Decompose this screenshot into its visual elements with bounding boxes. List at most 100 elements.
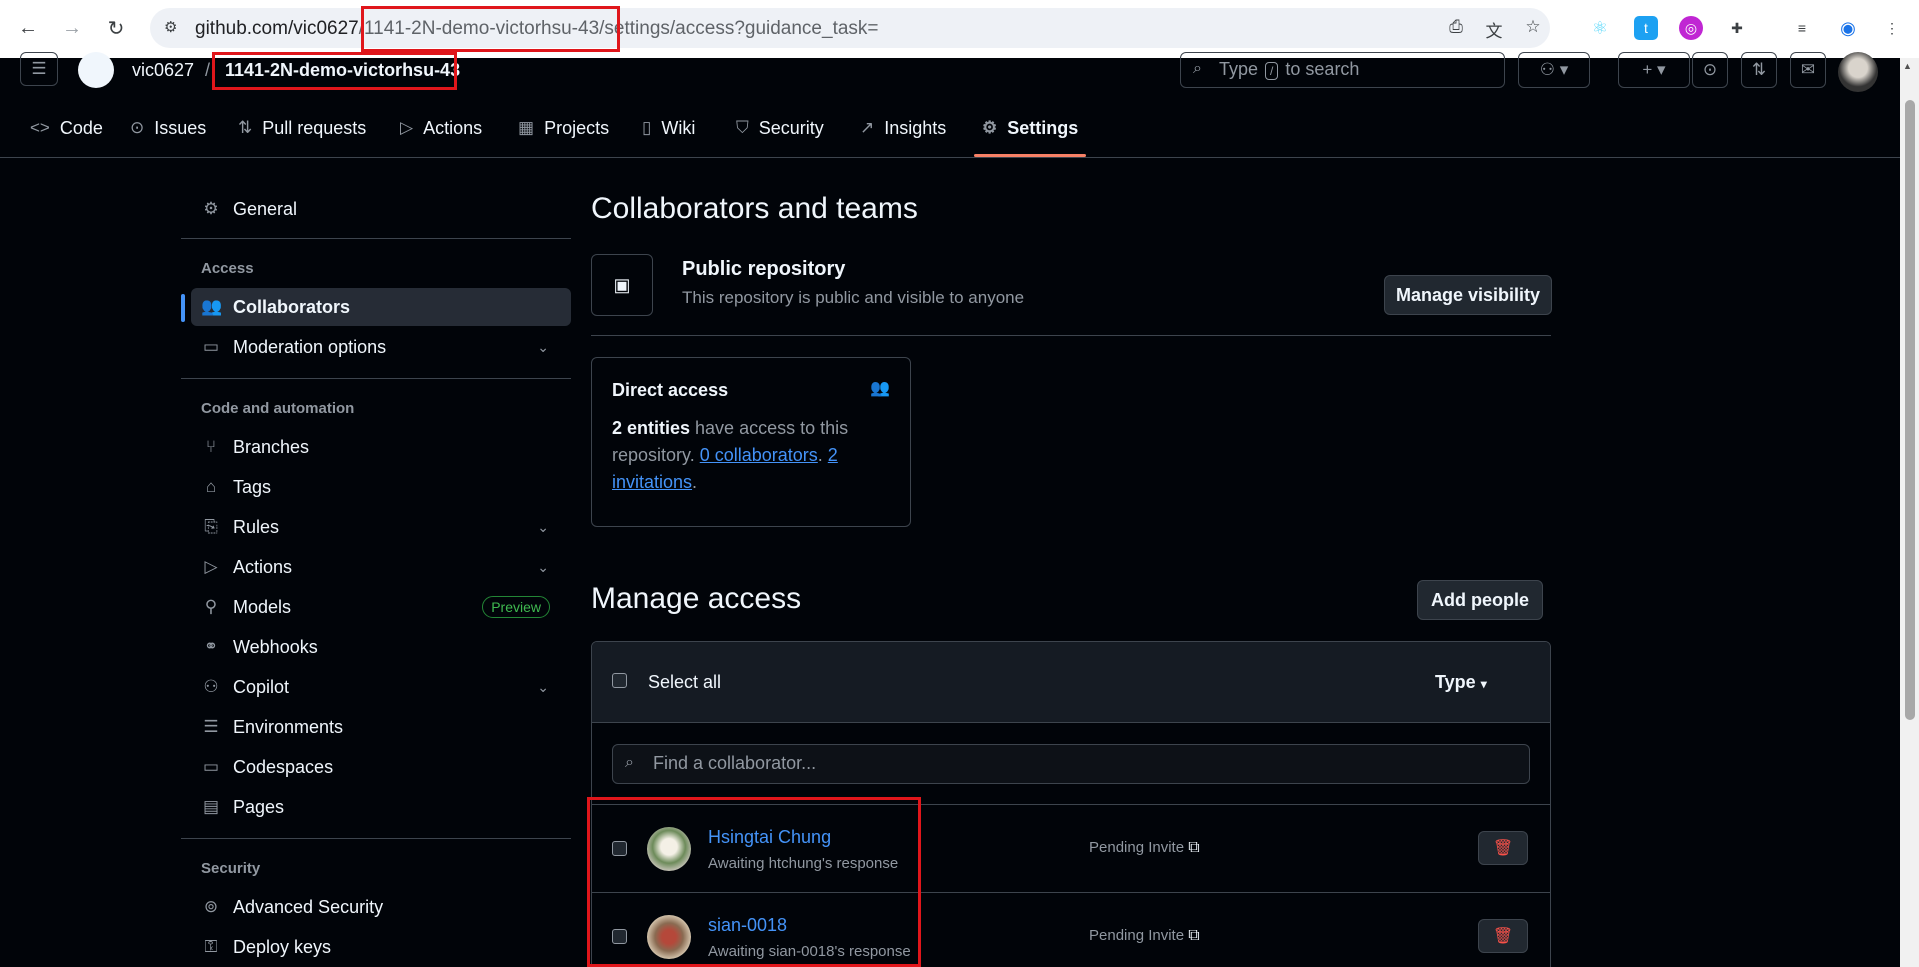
copilot-icon: ⚇	[203, 677, 219, 696]
period: .	[692, 472, 698, 492]
sidebar-item-rules[interactable]: ⎘ Rules ⌄	[191, 508, 571, 546]
visibility-description: This repository is public and visible to…	[682, 288, 1025, 307]
tab-code-label: Code	[59, 117, 103, 138]
sidebar-item-tags[interactable]: ⌂ Tags	[191, 468, 571, 506]
type-filter-dropdown[interactable]: Type ▾	[1435, 672, 1487, 693]
react-devtools-icon[interactable]: ⚛	[1588, 16, 1612, 40]
sidebar-item-codespaces[interactable]: ▭ Codespaces	[191, 748, 571, 786]
tab-wiki-label: Wiki	[661, 117, 696, 138]
sidebar-item-advanced-security[interactable]: ⊚ Advanced Security	[191, 888, 571, 926]
address-bar[interactable]: ⚙ github.com/vic0627/1141-2N-demo-victor…	[150, 8, 1550, 48]
remove-button[interactable]: 🗑	[1478, 919, 1528, 953]
copy-icon[interactable]: ⧉	[1188, 927, 1199, 944]
find-placeholder: Find a collaborator...	[653, 753, 817, 773]
collaborator-name-link[interactable]: Hsingtai Chung	[708, 827, 831, 848]
type-filter-label: Type	[1435, 672, 1476, 692]
translate-icon[interactable]: 文	[1483, 17, 1505, 41]
menu-kebab-icon[interactable]: ⋮	[1880, 16, 1904, 40]
page-scrollbar-thumb[interactable]	[1905, 100, 1915, 720]
tab-settings-label: Settings	[1007, 117, 1079, 138]
avatar[interactable]	[647, 827, 691, 871]
find-collaborator-input[interactable]: ⌕ Find a collaborator...	[612, 744, 1530, 784]
back-icon[interactable]: ←	[14, 14, 42, 42]
breadcrumb-separator: /	[205, 60, 211, 80]
rules-icon: ⎘	[204, 517, 218, 536]
issue-icon: ⊙	[130, 118, 145, 137]
collaborators-link[interactable]: 0 collaborators	[700, 445, 818, 465]
collaborator-name-link[interactable]: sian-0018	[708, 915, 787, 936]
manage-access-title: Manage access	[591, 582, 802, 615]
sidebar-item-label: Models	[233, 596, 292, 617]
tab-pull-requests[interactable]: ⇅ Pull requests	[238, 110, 366, 146]
tab-settings[interactable]: ⚙ Settings	[982, 110, 1078, 146]
sidebar-item-label: Advanced Security	[233, 896, 384, 917]
pending-invite-text: Pending Invite	[1089, 927, 1185, 944]
collaborator-status-text: Awaiting sian-0018's response	[708, 943, 911, 960]
sidebar-item-webhooks[interactable]: ⚭ Webhooks	[191, 628, 571, 666]
sidebar-item-environments[interactable]: ☰ Environments	[191, 708, 571, 746]
tab-code[interactable]: <> Code	[30, 110, 103, 146]
tab-security-label: Security	[758, 117, 824, 138]
play-icon: ▷	[400, 118, 414, 137]
site-info-icon[interactable]: ⚙	[164, 18, 184, 38]
sidebar-heading-security: Security	[201, 860, 261, 877]
sidebar-item-branches[interactable]: ⑂ Branches	[191, 428, 571, 466]
tab-wiki[interactable]: ▯ Wiki	[642, 110, 695, 146]
sidebar-item-general[interactable]: ⚙ General	[191, 190, 571, 228]
people-icon: 👥	[201, 297, 223, 316]
chevron-down-icon: ⌄	[537, 338, 549, 355]
extension-purple-icon[interactable]: ◎	[1679, 16, 1703, 40]
scroll-up-icon[interactable]: ▲	[1903, 61, 1912, 71]
tab-issues[interactable]: ⊙ Issues	[130, 110, 206, 146]
chevron-down-icon: ⌄	[537, 678, 549, 695]
owner-link[interactable]: vic0627	[132, 60, 194, 81]
key-icon: ⚿	[204, 937, 218, 956]
sidebar-item-models[interactable]: ⚲ Models Preview	[191, 588, 571, 626]
avatar[interactable]	[647, 915, 691, 959]
pull-requests-icon[interactable]: ⇅	[1741, 52, 1777, 88]
repo-name-link[interactable]: 1141-2N-demo-victorhsu-43	[225, 60, 460, 81]
forward-icon[interactable]: →	[58, 14, 86, 42]
sidebar-item-deploy-keys[interactable]: ⚿ Deploy keys	[191, 928, 571, 966]
bookmark-star-icon[interactable]: ☆	[1522, 17, 1544, 39]
reload-icon[interactable]: ↻	[102, 14, 130, 42]
user-avatar[interactable]	[1838, 52, 1878, 92]
tab-projects-label: Projects	[544, 117, 610, 138]
inbox-icon[interactable]: ✉	[1790, 52, 1826, 88]
select-all-checkbox[interactable]	[612, 673, 627, 688]
media-control-icon[interactable]: ≡	[1790, 16, 1814, 40]
extension-t-icon[interactable]: t	[1634, 16, 1658, 40]
row-checkbox[interactable]	[612, 929, 627, 944]
tab-insights[interactable]: ↗ Insights	[860, 110, 946, 146]
tab-projects[interactable]: ▦ Projects	[518, 110, 609, 146]
row-checkbox[interactable]	[612, 841, 627, 856]
tab-security[interactable]: ⛉ Security	[736, 110, 824, 146]
sidebar-item-collaborators[interactable]: 👥 Collaborators	[181, 288, 571, 326]
sidebar-item-label: Tags	[233, 476, 272, 497]
tab-actions[interactable]: ▷ Actions	[400, 110, 482, 146]
sidebar-item-actions[interactable]: ▷ Actions ⌄	[191, 548, 571, 586]
graph-icon: ↗	[860, 118, 875, 137]
separator-dot: .	[817, 445, 828, 465]
access-table-header: Select all Type ▾	[592, 642, 1550, 723]
create-new-button[interactable]: + ▾	[1618, 52, 1690, 88]
copy-icon[interactable]: ⧉	[1188, 839, 1199, 856]
install-app-icon[interactable]: ⎙	[1445, 17, 1467, 39]
gear-icon: ⚙	[982, 118, 998, 137]
sidebar-item-moderation[interactable]: ▭ Moderation options ⌄	[191, 328, 571, 366]
pending-invite-label: Pending Invite ⧉	[1089, 927, 1200, 945]
sidebar-item-pages[interactable]: ▤ Pages	[191, 788, 571, 826]
extensions-puzzle-icon[interactable]: ✚	[1725, 16, 1749, 40]
table-icon: ▦	[518, 118, 535, 137]
search-input[interactable]: ⌕ Type / to search	[1180, 52, 1505, 88]
profile-icon[interactable]: ◉	[1836, 16, 1860, 40]
manage-visibility-button[interactable]: Manage visibility	[1384, 275, 1552, 315]
copilot-menu-button[interactable]: ⚇ ▾	[1518, 52, 1590, 88]
sidebar-item-copilot[interactable]: ⚇ Copilot ⌄	[191, 668, 571, 706]
github-logo-icon[interactable]	[78, 52, 114, 88]
add-people-button[interactable]: Add people	[1417, 580, 1543, 620]
hamburger-menu-icon[interactable]: ☰	[20, 52, 58, 86]
remove-button[interactable]: 🗑	[1478, 831, 1528, 865]
issues-icon[interactable]: ⊙	[1692, 52, 1728, 88]
branch-icon: ⑂	[205, 437, 217, 456]
